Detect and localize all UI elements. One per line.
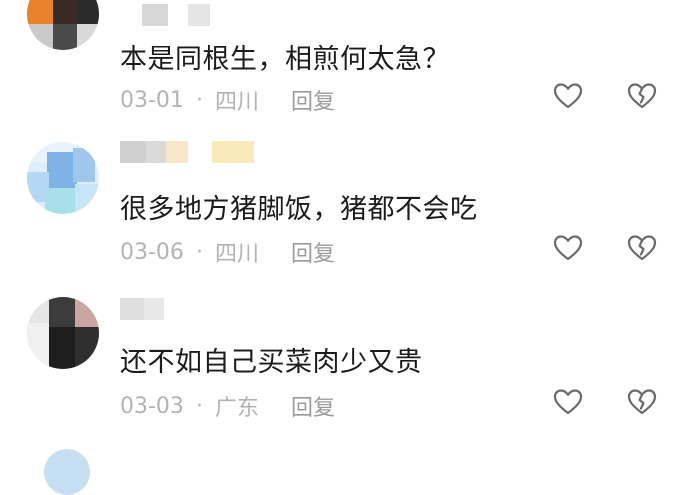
comment-date: 03-06 <box>120 239 184 265</box>
meta-separator: · <box>195 87 203 113</box>
comment-date: 03-03 <box>120 393 184 419</box>
reply-button[interactable]: 回复 <box>291 84 335 116</box>
comment-location: 四川 <box>214 90 259 115</box>
comment-meta: 03-03 · 广东 回复 <box>120 390 335 422</box>
comment-text: 还不如自己买菜肉少又贵 <box>120 347 423 378</box>
heart-outline-icon <box>553 389 583 415</box>
meta-separator: · <box>195 393 203 419</box>
heart-outline-icon <box>553 235 583 261</box>
like-button[interactable] <box>552 233 584 263</box>
comment-location: 四川 <box>214 242 259 267</box>
avatar[interactable] <box>44 449 90 495</box>
avatar[interactable] <box>27 297 99 369</box>
broken-heart-icon <box>627 389 657 415</box>
avatar[interactable] <box>27 142 99 214</box>
reply-button[interactable]: 回复 <box>291 390 335 422</box>
like-button[interactable] <box>552 387 584 417</box>
comment-text: 本是同根生，相煎何太急？ <box>120 44 450 75</box>
broken-heart-icon <box>627 83 657 109</box>
dislike-button[interactable] <box>626 233 658 263</box>
comment-meta: 03-01 · 四川 回复 <box>120 84 335 116</box>
comment-location: 广东 <box>214 396 259 421</box>
dislike-button[interactable] <box>626 81 658 111</box>
meta-separator: · <box>195 239 203 265</box>
comment-date: 03-01 <box>120 87 184 113</box>
heart-outline-icon <box>553 83 583 109</box>
avatar[interactable] <box>27 0 99 50</box>
dislike-button[interactable] <box>626 387 658 417</box>
broken-heart-icon <box>627 235 657 261</box>
like-button[interactable] <box>552 81 584 111</box>
comment-text: 很多地方猪脚饭，猪都不会吃 <box>120 194 478 225</box>
comment-meta: 03-06 · 四川 回复 <box>120 236 335 268</box>
reply-button[interactable]: 回复 <box>291 236 335 268</box>
